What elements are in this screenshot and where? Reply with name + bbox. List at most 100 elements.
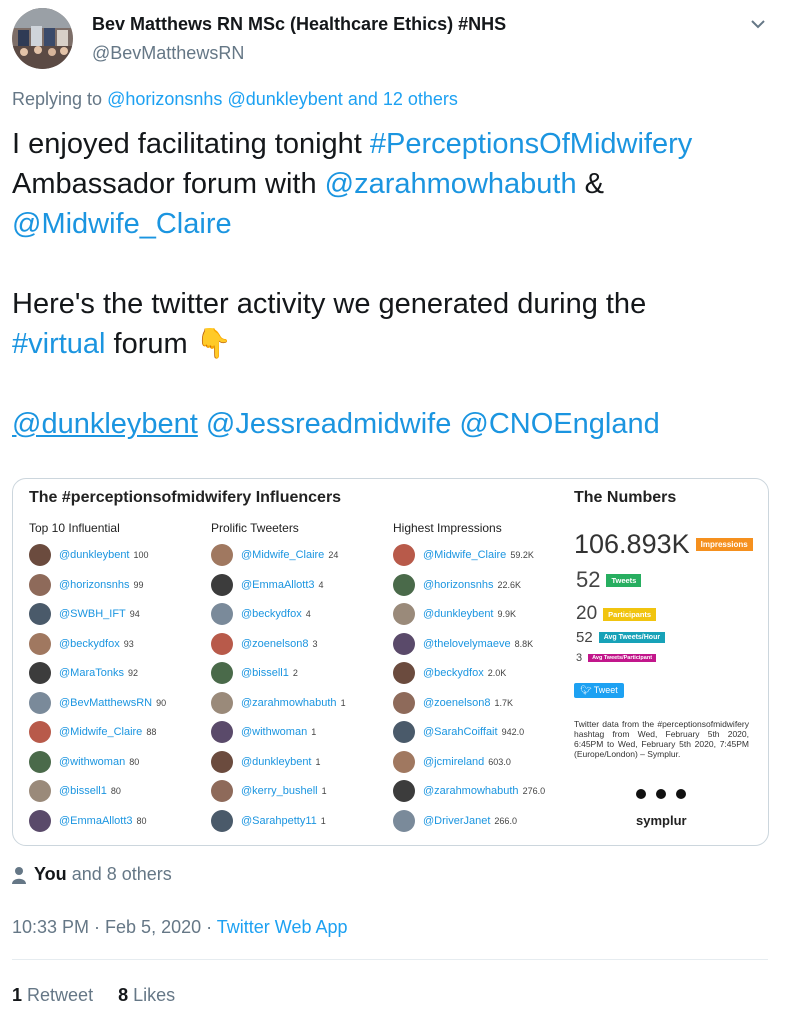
influencer-value: 8.8K xyxy=(514,638,534,649)
influencer-row[interactable]: @withwoman 80 xyxy=(29,750,139,774)
reply-mention-horizonsnhs[interactable]: @horizonsnhs xyxy=(107,89,222,109)
influencer-avatar xyxy=(29,603,51,625)
influencer-row[interactable]: @zoenelson8 1.7K xyxy=(393,691,513,715)
influencer-avatar xyxy=(211,662,233,684)
influencer-avatar xyxy=(29,544,51,566)
influencer-handle: @dunkleybent xyxy=(423,608,494,620)
influencer-row[interactable]: @Midwife_Claire 24 xyxy=(211,543,338,567)
author-avatar[interactable] xyxy=(12,8,73,69)
reply-others-link[interactable]: and 12 others xyxy=(348,89,458,109)
influencer-row[interactable]: @withwoman 1 xyxy=(211,720,316,744)
influencer-handle: @zoenelson8 xyxy=(241,637,309,650)
influencer-row[interactable]: @horizonsnhs 99 xyxy=(29,573,144,597)
influencer-value: 1 xyxy=(321,786,327,796)
influencer-row[interactable]: @kerry_bushell 1 xyxy=(211,779,327,803)
influencer-row[interactable]: @dunkleybent 9.9K xyxy=(393,602,516,626)
influencer-handle: @Midwife_Claire xyxy=(59,726,143,738)
influencer-handle: @withwoman xyxy=(59,755,126,768)
retweets-link[interactable]: 1 Retweet xyxy=(12,985,93,1005)
influencer-row[interactable]: @beckydfox 4 xyxy=(211,602,311,626)
reply-mention-dunkleybent[interactable]: @dunkleybent xyxy=(227,89,342,109)
influencers-title: The #perceptionsofmidwifery Influencers xyxy=(29,489,342,506)
mention-jessreadmidwife[interactable]: @Jessreadmidwife xyxy=(206,408,451,440)
influencer-handle: @DriverJanet xyxy=(423,814,491,827)
influencer-value: 942.0 xyxy=(501,727,525,737)
influencer-row[interactable]: @horizonsnhs 22.6K xyxy=(393,573,521,597)
influencer-value: 2 xyxy=(292,668,298,678)
influencer-row[interactable]: @Midwife_Claire 59.2K xyxy=(393,543,534,567)
influencer-avatar xyxy=(393,721,415,743)
tweet-text-segment: Ambassador forum with xyxy=(12,168,325,200)
influencer-value: 88 xyxy=(146,727,157,737)
influencer-handle: @thelovelymaeve xyxy=(423,637,511,650)
author-handle[interactable]: @BevMatthewsRN xyxy=(92,43,244,64)
influencer-value: 93 xyxy=(123,638,134,649)
influencer-row[interactable]: @zoenelson8 3 xyxy=(211,632,317,656)
influencer-handle: @bissell1 xyxy=(241,667,289,679)
influencer-handle: @dunkleybent xyxy=(59,549,130,561)
author-display-name[interactable]: Bev Matthews RN MSc (Healthcare Ethics) … xyxy=(92,14,506,35)
influencer-row[interactable]: @Sarahpetty11 1 xyxy=(211,809,326,833)
attached-image-card[interactable]: The #perceptionsofmidwifery Influencers … xyxy=(12,478,769,846)
avg-tweets-hour-value: 52 xyxy=(576,629,593,646)
influencer-row[interactable]: @EmmaAllott3 4 xyxy=(211,573,324,597)
tweet-time[interactable]: 10:33 PM · Feb 5, 2020 · xyxy=(12,917,217,937)
tweet-share-button[interactable]: 🐦︎ Tweet xyxy=(574,683,624,698)
avg-tweets-participant-badge: Avg Tweets/Participant xyxy=(588,654,657,662)
influencer-row[interactable]: @EmmaAllott3 80 xyxy=(29,809,147,833)
hashtag-virtual[interactable]: #virtual xyxy=(12,328,106,360)
user-icon xyxy=(12,866,26,884)
influencer-value: 2.0K xyxy=(487,668,507,678)
influencer-row[interactable]: @MaraTonks 92 xyxy=(29,661,138,685)
influencer-row[interactable]: @zarahmowhabuth 276.0 xyxy=(393,779,545,803)
influencer-avatar xyxy=(29,721,51,743)
mention-midwife-claire[interactable]: @Midwife_Claire xyxy=(12,208,232,240)
tweet-text-segment: forum xyxy=(105,328,196,360)
influencer-value: 80 xyxy=(136,815,147,826)
influencer-avatar xyxy=(29,632,51,655)
influencer-row[interactable]: @SarahCoiffait 942.0 xyxy=(393,720,524,744)
influencer-row[interactable]: @thelovelymaeve 8.8K xyxy=(393,632,533,656)
influencer-row[interactable]: @Midwife_Claire 88 xyxy=(29,720,156,744)
influencer-value: 3 xyxy=(312,638,318,649)
influencer-row[interactable]: @BevMatthewsRN 90 xyxy=(29,691,166,715)
influencer-value: 80 xyxy=(129,756,140,767)
mention-dunkleybent[interactable]: @dunkleybent xyxy=(12,408,198,440)
hashtag-perceptionsofmidwifery[interactable]: #PerceptionsOfMidwifery xyxy=(370,128,692,160)
influencer-value: 100 xyxy=(133,550,149,560)
influencer-row[interactable]: @dunkleybent 100 xyxy=(29,543,149,567)
likes-label: Likes xyxy=(133,985,176,1005)
chevron-down-icon[interactable] xyxy=(748,14,768,34)
influencer-row[interactable]: @beckydfox 2.0K xyxy=(393,661,506,685)
influencer-handle: @BevMatthewsRN xyxy=(59,696,153,709)
influencer-avatar xyxy=(211,632,233,655)
influencer-handle: @jcmireland xyxy=(423,755,485,768)
influencer-avatar xyxy=(393,750,415,773)
influencer-handle: @Sarahpetty11 xyxy=(241,814,317,827)
influencer-handle: @dunkleybent xyxy=(241,755,312,768)
mention-zarahmowhabuth[interactable]: @zarahmowhabuth xyxy=(325,168,577,200)
liked-by-you: You xyxy=(34,864,67,884)
influencer-handle: @Midwife_Claire xyxy=(241,549,325,561)
influencer-row[interactable]: @bissell1 80 xyxy=(29,779,121,803)
tweet-source-link[interactable]: Twitter Web App xyxy=(217,917,348,937)
impressions-badge: Impressions xyxy=(695,538,753,551)
influencer-value: 4 xyxy=(318,579,324,590)
influencer-row[interactable]: @DriverJanet 266.0 xyxy=(393,809,517,833)
influencer-value: 4 xyxy=(305,609,311,619)
avg-tweets-participant-value: 3 xyxy=(576,652,583,664)
participants-value: 20 xyxy=(576,603,598,624)
influencer-row[interactable]: @dunkleybent 1 xyxy=(211,750,321,774)
mention-cnoengland[interactable]: @CNOEngland xyxy=(459,408,659,440)
influencer-row[interactable]: @jcmireland 603.0 xyxy=(393,750,511,774)
influencer-handle: @kerry_bushell xyxy=(241,785,318,797)
influencer-row[interactable]: @zarahmowhabuth 1 xyxy=(211,691,346,715)
likes-link[interactable]: 8 Likes xyxy=(118,985,175,1005)
tweets-stat: 52 Tweets xyxy=(576,567,642,593)
influencer-avatar xyxy=(211,780,233,802)
liked-by[interactable]: You and 8 others xyxy=(12,864,172,885)
influencer-row[interactable]: @beckydfox 93 xyxy=(29,632,134,656)
influencer-avatar xyxy=(211,721,233,743)
influencer-row[interactable]: @bissell1 2 xyxy=(211,661,298,685)
influencer-row[interactable]: @SWBH_IFT 94 xyxy=(29,602,140,626)
